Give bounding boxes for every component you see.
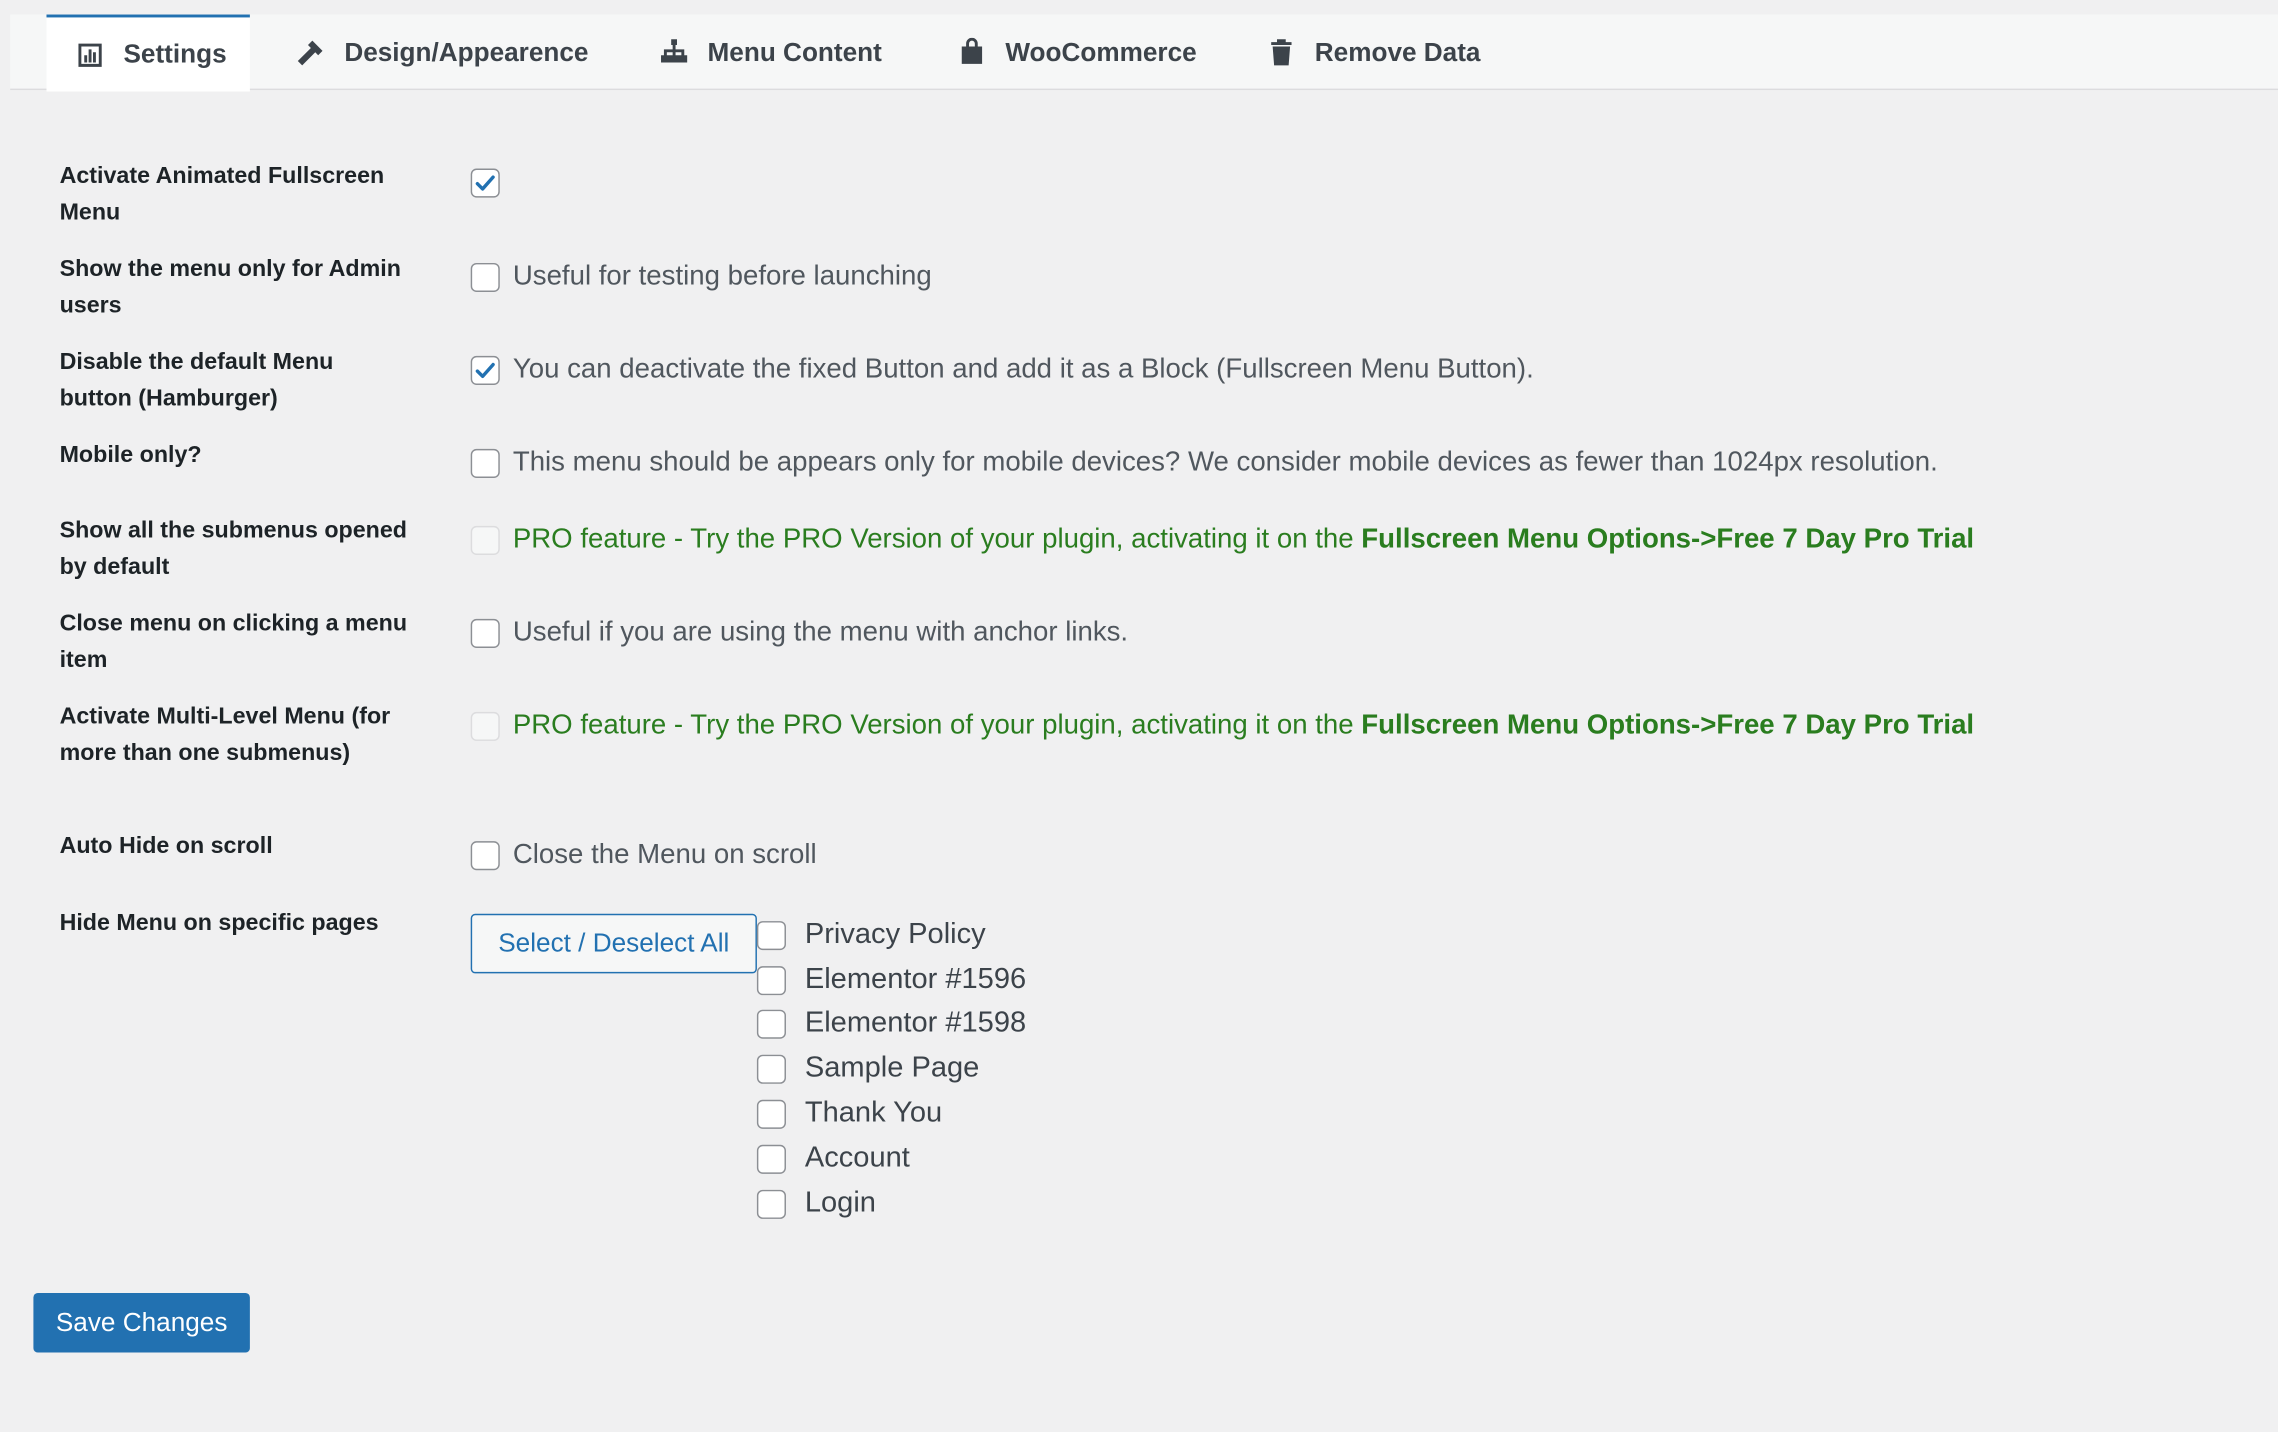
activate-field — [470, 168, 500, 198]
page-checkbox[interactable] — [756, 1144, 786, 1174]
pro-trial-link[interactable]: Fullscreen Menu Options->Free 7 Day Pro … — [1361, 524, 1974, 555]
activate-checkbox[interactable] — [470, 168, 500, 198]
tab-menu-content[interactable]: Menu Content — [658, 15, 882, 91]
mobile-only-field: This menu should be appears only for mob… — [470, 447, 1938, 479]
page-checkbox[interactable] — [756, 1008, 786, 1039]
page-title: Sample Page — [804, 1051, 980, 1084]
mobile-only-description: This menu should be appears only for mob… — [512, 447, 1938, 478]
page-item[interactable]: Login — [756, 1186, 876, 1220]
admin-only-label: Show the menu only for Admin users — [59, 257, 401, 319]
close-on-click-label: Close menu on clicking a menu item — [59, 611, 408, 673]
close-on-click-description: Useful if you are using the menu with an… — [512, 617, 1129, 648]
tab-settings[interactable]: Settings — [46, 14, 250, 92]
tab-label: Remove Data — [1314, 37, 1481, 67]
mobile-only-label: Mobile only? — [59, 443, 202, 468]
disable-default-checkbox[interactable] — [470, 355, 500, 385]
shopping-bag-icon — [956, 36, 988, 68]
hide-pages-label: Hide Menu on specific pages — [59, 910, 379, 936]
submenus-open-checkbox — [470, 525, 500, 555]
page-checkbox[interactable] — [756, 1189, 786, 1219]
checkmark-icon — [475, 175, 495, 191]
auto-hide-field: Close the Menu on scroll — [470, 839, 817, 872]
page-item[interactable]: Elementor #1596 — [756, 963, 1027, 996]
close-on-click-checkbox[interactable] — [470, 618, 500, 648]
admin-only-checkbox[interactable] — [470, 262, 500, 293]
submenus-open-label: Show all the submenus opened by default — [59, 518, 407, 580]
admin-only-field: Useful for testing before launching — [470, 261, 932, 294]
checkmark-icon — [475, 362, 495, 379]
pro-feature-text: PRO feature - Try the PRO Version of you… — [512, 524, 1362, 555]
sitemap-icon — [658, 36, 690, 68]
multi-level-label: Activate Multi-Level Menu (for more than… — [59, 704, 391, 766]
settings-page: Settings Design/Appearence Menu Content … — [0, 0, 2278, 1432]
page-checkbox[interactable] — [756, 1099, 786, 1129]
page-title: Elementor #1598 — [804, 1006, 1027, 1039]
submenus-open-field: PRO feature - Try the PRO Version of you… — [470, 524, 1974, 556]
page-checkbox[interactable] — [756, 920, 786, 950]
disable-default-description: You can deactivate the fixed Button and … — [512, 354, 1534, 385]
pro-trial-link[interactable]: Fullscreen Menu Options->Free 7 Day Pro … — [1361, 710, 1974, 741]
page-title: Privacy Policy — [804, 918, 986, 951]
close-on-click-field: Useful if you are using the menu with an… — [470, 617, 1129, 649]
page-item[interactable]: Account — [756, 1141, 910, 1175]
trash-icon — [1265, 36, 1297, 68]
page-checkbox[interactable] — [756, 1054, 786, 1084]
save-changes-button[interactable]: Save Changes — [33, 1292, 250, 1353]
pro-feature-notice: PRO feature - Try the PRO Version of you… — [513, 710, 1974, 742]
multi-level-checkbox — [470, 711, 500, 741]
auto-hide-description: Close the Menu on scroll — [512, 839, 817, 871]
chart-icon — [74, 38, 106, 70]
multi-level-field: PRO feature - Try the PRO Version of you… — [470, 710, 1974, 742]
tab-label: WooCommerce — [1005, 37, 1197, 67]
mobile-only-checkbox[interactable] — [470, 448, 500, 478]
page-item[interactable]: Thank You — [756, 1096, 943, 1130]
tab-remove-data[interactable]: Remove Data — [1265, 15, 1480, 91]
page-title: Elementor #1596 — [804, 963, 1027, 996]
tab-label: Settings — [123, 39, 227, 69]
select-deselect-all-button[interactable]: Select / Deselect All — [470, 913, 757, 974]
page-title: Login — [804, 1186, 876, 1219]
page-item[interactable]: Privacy Policy — [756, 918, 986, 951]
tab-label: Design/Appearence — [344, 37, 589, 67]
auto-hide-label: Auto Hide on scroll — [59, 833, 273, 859]
tab-design[interactable]: Design/Appearence — [295, 15, 589, 91]
pro-feature-notice: PRO feature - Try the PRO Version of you… — [513, 524, 1974, 556]
pro-feature-text: PRO feature - Try the PRO Version of you… — [512, 710, 1362, 741]
page-item[interactable]: Sample Page — [756, 1051, 980, 1085]
page-title: Account — [804, 1141, 910, 1174]
page-item[interactable]: Elementor #1598 — [756, 1006, 1027, 1040]
page-checkbox[interactable] — [756, 965, 786, 995]
activate-label: Activate Animated Fullscreen Menu — [59, 164, 385, 226]
disable-default-field: You can deactivate the fixed Button and … — [470, 354, 1534, 386]
tab-bar: Settings Design/Appearence Menu Content … — [10, 14, 2278, 92]
admin-only-description: Useful for testing before launching — [512, 261, 932, 293]
tab-woocommerce[interactable]: WooCommerce — [956, 15, 1197, 91]
auto-hide-checkbox[interactable] — [470, 841, 500, 871]
page-title: Thank You — [804, 1096, 943, 1129]
hammer-icon — [295, 36, 327, 68]
tab-label: Menu Content — [707, 37, 882, 67]
disable-default-label: Disable the default Menu button (Hamburg… — [59, 350, 334, 412]
